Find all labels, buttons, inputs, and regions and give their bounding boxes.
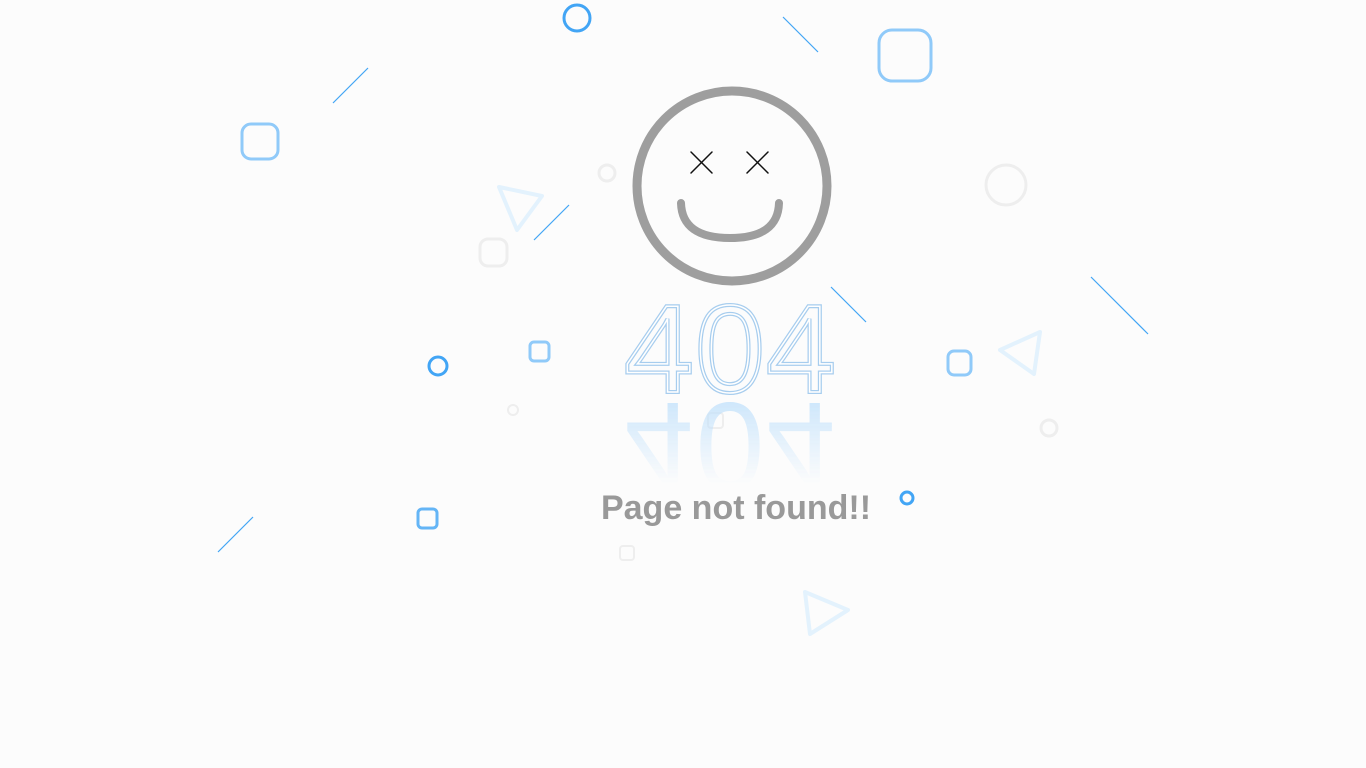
smile-mouth [677, 199, 783, 243]
decor-triangle [803, 590, 850, 636]
error-page: 404 404 404 Page not found!! [0, 0, 1366, 768]
decor-square [240, 122, 280, 161]
dizzy-face-icon [632, 86, 832, 286]
decor-square [619, 545, 635, 561]
decor-line [217, 516, 254, 553]
decor-circle [1039, 418, 1059, 438]
decor-square [478, 237, 509, 268]
error-code: 404 [623, 281, 838, 419]
decor-circle [984, 163, 1028, 207]
left-eye-x-icon [690, 151, 713, 174]
decor-square [946, 349, 973, 377]
decor-line [1090, 276, 1149, 335]
error-message: Page not found!! [600, 489, 872, 527]
decor-square [877, 28, 933, 83]
decor-line [782, 16, 819, 53]
decor-circle [562, 3, 592, 33]
decor-line [533, 204, 570, 241]
decor-square [528, 340, 551, 363]
decor-triangle [998, 330, 1042, 376]
right-eye-x-icon [746, 151, 769, 174]
decor-triangle [497, 185, 544, 232]
decor-circle [507, 404, 519, 416]
decor-square [416, 507, 439, 530]
decor-circle [427, 355, 449, 377]
error-code-block: 404 404 404 [581, 281, 881, 514]
decor-circle [597, 163, 617, 183]
decor-line [332, 67, 369, 104]
